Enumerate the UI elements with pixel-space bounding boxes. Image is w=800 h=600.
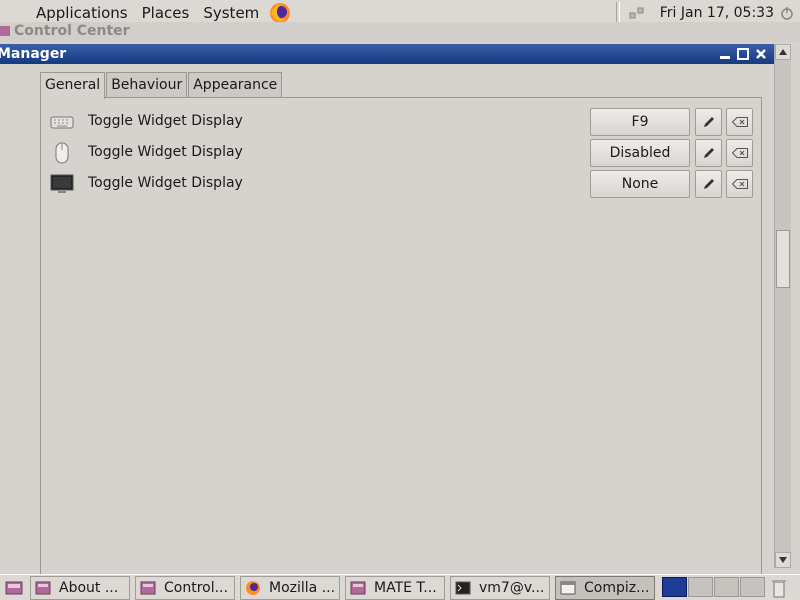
edit-binding-button[interactable] [695,108,722,136]
settings-manager-window: Manager General Behaviour Appearance Tog… [0,44,800,575]
background-window-title: Control Center [14,23,130,39]
workspace-3[interactable] [714,576,739,597]
control-center-icon [0,26,10,36]
minimize-icon[interactable] [718,46,732,62]
maximize-icon[interactable] [736,46,750,62]
scroll-thumb[interactable] [776,230,790,288]
taskbar-button-compiz[interactable]: Compiz... [555,575,655,600]
edit-binding-button[interactable] [695,170,722,198]
tab-appearance[interactable]: Appearance [188,72,283,98]
edit-binding-button[interactable] [695,139,722,167]
clear-binding-button[interactable] [726,108,753,136]
task-label: Control... [164,579,228,596]
tab-behaviour[interactable]: Behaviour [106,72,188,98]
binding-row: Toggle Widget Display None [49,170,754,198]
keyboard-binding-button[interactable]: F9 [590,108,690,136]
show-desktop-button[interactable] [3,578,25,598]
app-icon [140,580,156,596]
binding-label: Toggle Widget Display [88,144,243,160]
clear-binding-button[interactable] [726,139,753,167]
screen-edge-icon [49,173,75,195]
binding-row: Toggle Widget Display F9 [49,108,754,136]
workspace-switcher [661,576,765,599]
background-window-titlebar[interactable]: Control Center [0,22,800,42]
window-icon [560,580,576,596]
taskbar-button-about[interactable]: About ... [30,575,130,600]
firefox-icon [245,580,261,596]
mouse-icon [49,142,75,164]
task-label: Compiz... [584,579,650,596]
scroll-up-button[interactable] [775,44,791,60]
taskbar-button-control-center[interactable]: Control... [135,575,235,600]
app-icon [350,580,366,596]
clear-icon [731,148,748,158]
app-icon [35,580,51,596]
binding-label: Toggle Widget Display [88,113,243,129]
edge-binding-button[interactable]: None [590,170,690,198]
bottom-panel: About ... Control... Mozilla ... MATE T.… [0,574,800,600]
trash-icon[interactable] [769,577,789,599]
taskbar-button-mate-terminal[interactable]: MATE T... [345,575,445,600]
terminal-icon [455,580,471,596]
pencil-icon [702,177,716,191]
taskbar-button-mozilla[interactable]: Mozilla ... [240,575,340,600]
mouse-binding-button[interactable]: Disabled [590,139,690,167]
task-label: MATE T... [374,579,437,596]
clear-binding-button[interactable] [726,170,753,198]
clear-icon [731,117,748,127]
window-titlebar[interactable]: Manager [0,44,776,64]
workspace-1[interactable] [662,576,687,597]
panel-separator [615,2,620,24]
workspace-4[interactable] [740,576,765,597]
binding-label: Toggle Widget Display [88,175,243,191]
task-label: About ... [59,579,119,596]
vertical-scrollbar[interactable] [774,44,791,568]
tab-general[interactable]: General [40,72,106,99]
clock[interactable]: Fri Jan 17, 05:33 [660,5,774,21]
clear-icon [731,179,748,189]
task-label: Mozilla ... [269,579,336,596]
workspace-2[interactable] [688,576,713,597]
power-icon[interactable] [780,6,794,20]
tab-bar: General Behaviour Appearance [40,72,283,99]
close-icon[interactable] [754,46,768,62]
firefox-icon[interactable] [268,1,292,25]
window-title: Manager [0,46,67,62]
pencil-icon [702,146,716,160]
general-tab-panel: Toggle Widget Display F9 Toggle Widget D… [40,97,762,575]
keyboard-icon [49,111,75,133]
network-icon[interactable] [628,4,646,22]
scroll-down-button[interactable] [775,552,791,568]
taskbar-button-vm7[interactable]: vm7@v... [450,575,550,600]
task-label: vm7@v... [479,579,545,596]
pencil-icon [702,115,716,129]
binding-row: Toggle Widget Display Disabled [49,139,754,167]
